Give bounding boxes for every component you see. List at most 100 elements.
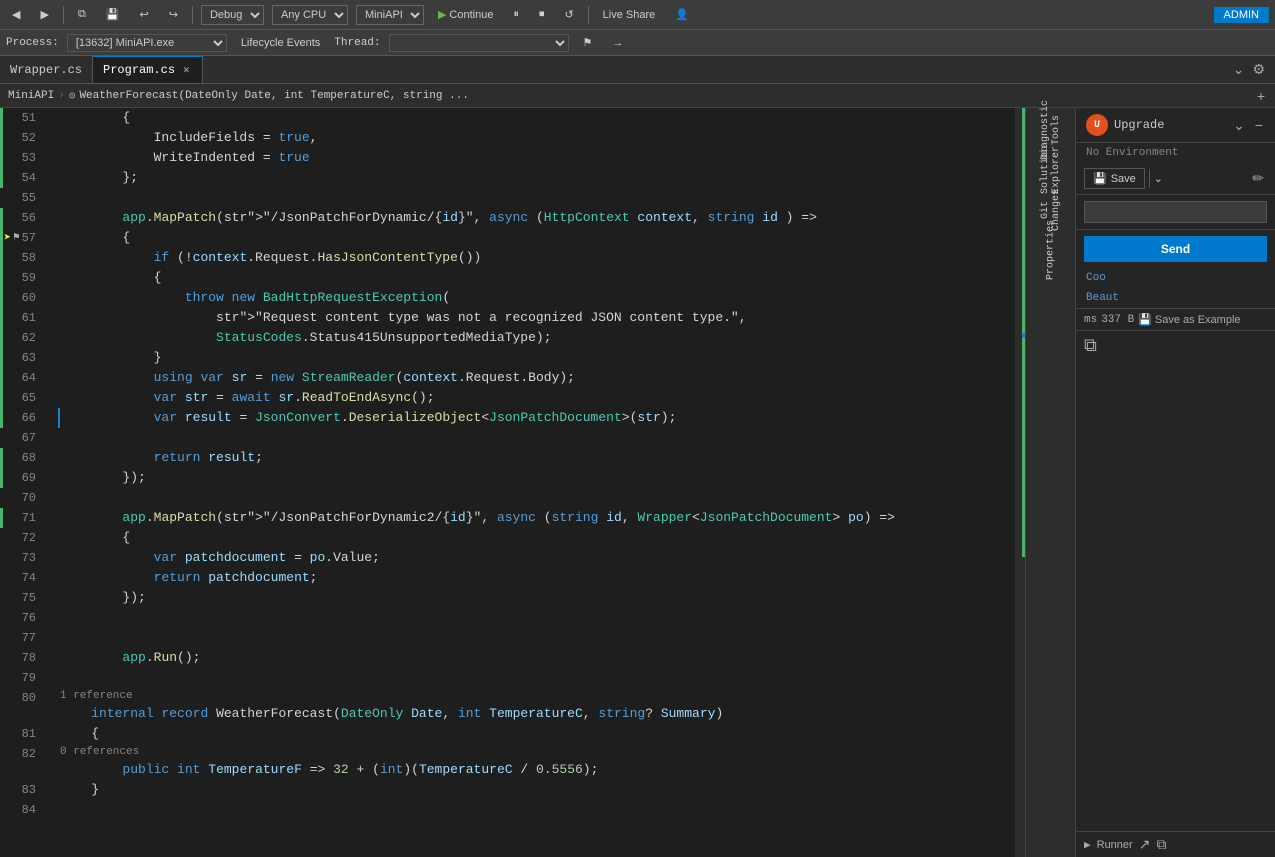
api-upgrade-dropdown[interactable]: ⌄ bbox=[1231, 115, 1247, 136]
code-row-55 bbox=[60, 188, 1015, 208]
thread-flag-btn[interactable]: ⚑ bbox=[577, 34, 599, 51]
indicator-61 bbox=[0, 308, 3, 328]
admin-btn[interactable]: ADMIN bbox=[1214, 7, 1269, 23]
back-btn[interactable]: ◀ bbox=[6, 6, 26, 23]
profile-btn[interactable]: 👤 bbox=[669, 6, 695, 23]
api-url-input[interactable] bbox=[1084, 201, 1267, 223]
cpu-dropdown[interactable]: Any CPU bbox=[272, 5, 348, 25]
lifecycle-btn[interactable]: Lifecycle Events bbox=[235, 35, 326, 51]
api-cool-link[interactable]: Coo bbox=[1076, 268, 1275, 288]
undo-btn[interactable]: ↩ bbox=[134, 6, 155, 23]
thread-dropdown[interactable] bbox=[389, 34, 569, 52]
bookmark-57[interactable]: ⚑ bbox=[13, 228, 20, 248]
indicator-64 bbox=[0, 368, 3, 388]
api-save-dropdown[interactable]: ⌄ bbox=[1149, 169, 1167, 188]
line-num-61: 61 bbox=[0, 308, 44, 328]
line-num-76: 76 bbox=[0, 608, 44, 628]
api-status-size: 337 B bbox=[1101, 314, 1134, 326]
code-row-62: StatusCodes.Status415UnsupportedMediaTyp… bbox=[60, 328, 1015, 348]
sidebar-properties[interactable]: Properties bbox=[1031, 232, 1071, 268]
api-save-example-btn[interactable]: 💾 Save as Example bbox=[1138, 313, 1240, 326]
line-num-62: 62 bbox=[0, 328, 44, 348]
tab-program[interactable]: Program.cs ✕ bbox=[93, 56, 203, 83]
breadcrumb-project[interactable]: MiniAPI bbox=[8, 90, 54, 102]
code-row-83: } bbox=[60, 780, 1015, 800]
api-export-btn[interactable]: ↗ bbox=[1139, 836, 1151, 853]
line-num-82: 82 bbox=[0, 744, 44, 764]
stop-btn[interactable]: ⏹ bbox=[533, 6, 551, 23]
code-row-81: { bbox=[60, 724, 1015, 744]
code-row-64: using var sr = new StreamReader(context.… bbox=[60, 368, 1015, 388]
line-num-69: 69 bbox=[0, 468, 44, 488]
redo-btn[interactable]: ↪ bbox=[163, 6, 184, 23]
right-sidebar: Diagnostic Tools Solution Explorer Git C… bbox=[1025, 108, 1075, 857]
line-num-53: 53 bbox=[0, 148, 44, 168]
tab-program-label: Program.cs bbox=[103, 63, 175, 77]
api-logo-text: U bbox=[1094, 120, 1100, 131]
tab-dropdown-btn[interactable]: ⌄ bbox=[1231, 59, 1247, 80]
restart-btn[interactable]: ↺ bbox=[558, 6, 579, 23]
tab-actions: ⌄ ⚙ bbox=[1227, 56, 1271, 83]
editor-scrollbar[interactable] bbox=[1015, 108, 1025, 857]
api-search-row bbox=[1076, 195, 1275, 230]
line-num-58: 58 bbox=[0, 248, 44, 268]
api-save-row: 💾 Save ⌄ ✏ bbox=[1076, 163, 1275, 195]
code-lines-wrapper: 515253545556➤⚑57585960616263646566676869… bbox=[0, 108, 1025, 857]
line-num-75: 75 bbox=[0, 588, 44, 608]
api-panel-header: U Upgrade ⌄ − bbox=[1076, 108, 1275, 143]
api-no-env: No Environment bbox=[1076, 143, 1275, 163]
step-btn[interactable]: → bbox=[606, 35, 629, 51]
code-row-76 bbox=[60, 608, 1015, 628]
api-send-btn[interactable]: Send bbox=[1084, 236, 1267, 262]
code-row-74: return patchdocument; bbox=[60, 568, 1015, 588]
api-status-row: ms 337 B 💾 Save as Example bbox=[1076, 308, 1275, 330]
line-num-64: 64 bbox=[0, 368, 44, 388]
indicator-57 bbox=[0, 228, 3, 248]
indicator-60 bbox=[0, 288, 3, 308]
breadcrumb-add-btn[interactable]: + bbox=[1255, 86, 1267, 106]
pause-btn[interactable]: ⏸ bbox=[507, 6, 525, 23]
sidebar-solution[interactable]: Solution Explorer bbox=[1031, 152, 1071, 188]
code-row-67 bbox=[60, 428, 1015, 448]
line-num-83: 83 bbox=[0, 780, 44, 800]
api-dropdown[interactable]: MiniAPI bbox=[356, 5, 424, 25]
tab-settings-btn[interactable]: ⚙ bbox=[1250, 59, 1267, 80]
save-btn[interactable]: 💾 bbox=[100, 6, 126, 23]
code-row-57: { bbox=[60, 228, 1015, 248]
main-container: 515253545556➤⚑57585960616263646566676869… bbox=[0, 108, 1275, 857]
api-beautify-link[interactable]: Beaut bbox=[1076, 288, 1275, 308]
line-num-57: ➤⚑57 bbox=[0, 228, 44, 248]
api-copy-row: ⧉ bbox=[1076, 330, 1275, 360]
tab-program-close[interactable]: ✕ bbox=[181, 63, 192, 77]
code-row-63: } bbox=[60, 348, 1015, 368]
line-num-60: 60 bbox=[0, 288, 44, 308]
indicator-56 bbox=[0, 208, 3, 228]
indicator-62 bbox=[0, 328, 3, 348]
forward-btn[interactable]: ▶ bbox=[34, 6, 54, 23]
api-runner-btn[interactable]: Runner bbox=[1097, 839, 1133, 851]
code-row-56: app.MapPatch(str">"/JsonPatchForDynamic/… bbox=[60, 208, 1015, 228]
main-toolbar: ◀ ▶ ⧉ 💾 ↩ ↪ Debug Any CPU MiniAPI ▶ Cont… bbox=[0, 0, 1275, 30]
line-num-59: 59 bbox=[0, 268, 44, 288]
api-copy-btn[interactable]: ⧉ bbox=[1084, 335, 1097, 356]
api-edit-btn[interactable]: ✏ bbox=[1249, 167, 1267, 190]
line-num-77: 77 bbox=[0, 628, 44, 648]
copy-btn[interactable]: ⧉ bbox=[72, 6, 92, 23]
continue-btn[interactable]: ▶ Continue bbox=[432, 6, 500, 23]
debug-dropdown[interactable]: Debug bbox=[201, 5, 264, 25]
api-minimize-btn[interactable]: − bbox=[1253, 115, 1265, 135]
sidebar-diagnostic[interactable]: Diagnostic Tools bbox=[1031, 112, 1071, 148]
ref-num-82 bbox=[0, 764, 44, 780]
code-content[interactable]: { IncludeFields = true, WriteIndented = … bbox=[52, 108, 1015, 857]
breadcrumb-method[interactable]: WeatherForecast(DateOnly Date, int Tempe… bbox=[79, 90, 468, 102]
tab-bar: Wrapper.cs Program.cs ✕ ⌄ ⚙ bbox=[0, 56, 1275, 84]
indicator-71 bbox=[0, 508, 3, 528]
api-copy-link-btn[interactable]: ⧉ bbox=[1156, 836, 1166, 853]
process-dropdown[interactable]: [13632] MiniAPI.exe bbox=[67, 34, 227, 52]
api-logo: U bbox=[1086, 114, 1108, 136]
line-num-73: 73 bbox=[0, 548, 44, 568]
tab-wrapper[interactable]: Wrapper.cs bbox=[0, 56, 93, 83]
api-save-btn[interactable]: 💾 Save bbox=[1084, 168, 1145, 189]
breadcrumb-sep: › bbox=[58, 90, 65, 102]
live-share-btn[interactable]: Live Share bbox=[597, 7, 662, 23]
